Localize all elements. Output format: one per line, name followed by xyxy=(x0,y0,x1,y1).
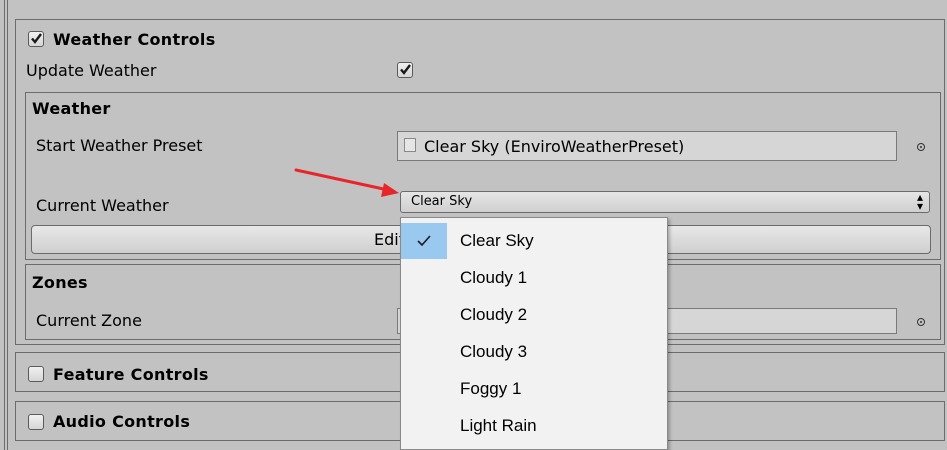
audio-controls-checkbox[interactable] xyxy=(28,414,44,430)
weather-controls-checkbox[interactable] xyxy=(28,31,44,47)
update-weather-label: Update Weather xyxy=(26,61,157,80)
menu-item-foggy-1[interactable]: Foggy 1 xyxy=(401,371,667,407)
menu-item-light-rain[interactable]: Light Rain xyxy=(401,408,667,444)
menu-item-label: Clear Sky xyxy=(460,231,534,250)
current-zone-label: Current Zone xyxy=(36,311,142,330)
menu-item-cloudy-1[interactable]: Cloudy 1 xyxy=(401,260,667,296)
left-border xyxy=(4,0,5,450)
menu-item-label: Cloudy 3 xyxy=(460,342,528,361)
check-icon xyxy=(400,64,411,75)
menu-item-label: Cloudy 1 xyxy=(460,268,528,287)
object-picker-icon[interactable] xyxy=(917,318,925,326)
update-weather-checkbox[interactable] xyxy=(397,62,413,78)
weather-section-title: Weather xyxy=(32,99,111,118)
current-weather-value: Clear Sky xyxy=(411,194,473,209)
menu-item-label: Foggy 1 xyxy=(460,379,522,398)
zones-section-title: Zones xyxy=(32,273,88,292)
feature-controls-title: Feature Controls xyxy=(53,365,209,384)
audio-controls-title: Audio Controls xyxy=(53,412,191,431)
dropdown-arrows-icon: ▴ ▾ xyxy=(917,190,924,213)
checkmark-icon xyxy=(417,235,431,247)
menu-item-cloudy-3[interactable]: Cloudy 3 xyxy=(401,334,667,370)
feature-controls-checkbox[interactable] xyxy=(28,366,44,382)
selection-highlight xyxy=(401,223,447,259)
menu-item-label: Light Rain xyxy=(460,416,537,435)
start-weather-preset-label: Start Weather Preset xyxy=(36,136,203,155)
menu-item-label: Cloudy 2 xyxy=(460,305,528,324)
current-weather-dropdown[interactable]: Clear Sky ▴ ▾ xyxy=(400,191,930,213)
menu-item-cloudy-2[interactable]: Cloudy 2 xyxy=(401,297,667,333)
start-weather-preset-value: Clear Sky (EnviroWeatherPreset) xyxy=(424,137,685,156)
left-border-inner xyxy=(7,0,8,450)
start-weather-preset-field[interactable]: Clear Sky (EnviroWeatherPreset) xyxy=(397,131,897,161)
current-weather-label: Current Weather xyxy=(36,196,169,215)
object-picker-icon[interactable] xyxy=(917,143,925,151)
menu-item-clear-sky[interactable]: Clear Sky xyxy=(401,223,667,259)
check-icon xyxy=(31,33,42,44)
weather-controls-title: Weather Controls xyxy=(53,30,216,49)
preset-asset-icon xyxy=(404,138,416,152)
weather-dropdown-menu: Clear Sky Cloudy 1 Cloudy 2 Cloudy 3 Fog… xyxy=(400,217,668,450)
